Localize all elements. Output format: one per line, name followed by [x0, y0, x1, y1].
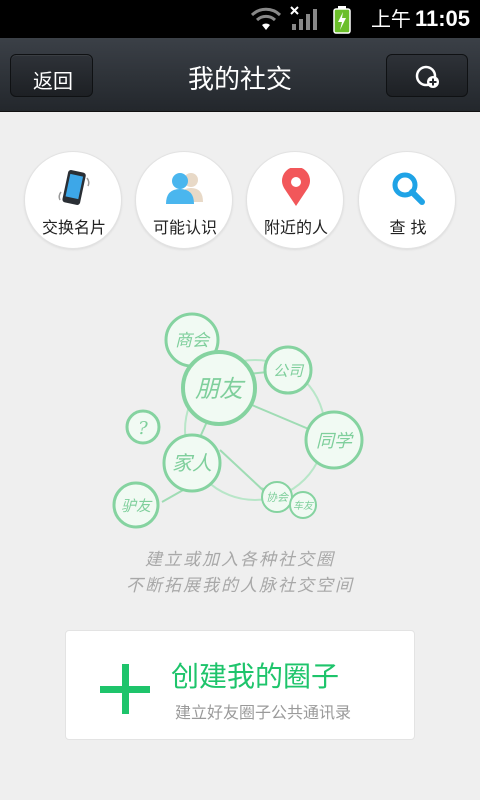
search-icon [392, 172, 425, 205]
shortcut-search[interactable]: 查 找 [358, 151, 456, 249]
add-circle-icon [415, 65, 439, 88]
people-icon [166, 173, 203, 204]
bubble-label: 协会 [266, 491, 289, 504]
back-button-label: 返回 [33, 69, 73, 93]
location-pin-icon [282, 168, 310, 206]
back-button[interactable]: 返回 [10, 54, 93, 97]
bubble-label: 车友 [293, 500, 315, 512]
bubble-label: 商会 [175, 331, 211, 351]
shortcut-label: 查 找 [389, 218, 427, 237]
create-circle-button[interactable]: 创建我的圈子 建立好友圈子公共通讯录 [65, 630, 415, 740]
social-circle-illustration: 商会 朋友 公司 ? 家人 同学 驴友 协会 车友 [112, 312, 364, 529]
description-line-1: 建立或加入各种社交圈 [145, 550, 335, 570]
phone-shake-icon [58, 170, 90, 205]
shortcut-label: 附近的人 [263, 218, 328, 237]
shortcut-label: 交换名片 [41, 218, 106, 237]
description-line-2: 不断拓展我的人脉社交空间 [126, 576, 354, 596]
create-circle-subtitle: 建立好友圈子公共通讯录 [175, 703, 352, 722]
bubble-label: 公司 [273, 362, 305, 380]
shortcut-exchange-card[interactable]: 交换名片 [24, 151, 122, 249]
shortcut-may-know[interactable]: 可能认识 [135, 151, 233, 249]
status-ampm: 上午 [370, 7, 411, 31]
bubble-label: 同学 [316, 431, 354, 452]
signal-icon [290, 6, 317, 30]
shortcut-label: 可能认识 [152, 218, 217, 237]
battery-charging-icon [333, 6, 351, 34]
wifi-icon [250, 7, 282, 30]
bubble-label: ? [138, 418, 148, 439]
bubble-label: 朋友 [195, 375, 246, 403]
create-circle-title: 创建我的圈子 [171, 660, 340, 693]
bubble-label: 家人 [172, 451, 212, 475]
status-clock: 上午 11:05 [371, 6, 470, 33]
add-circle-button[interactable] [386, 54, 468, 97]
status-bar: 上午 11:05 [0, 0, 480, 38]
title-bar: 返回 我的社交 [0, 38, 480, 112]
bubble-label: 驴友 [121, 497, 153, 515]
status-time: 11:05 [414, 6, 470, 31]
shortcut-nearby[interactable]: 附近的人 [246, 151, 344, 249]
